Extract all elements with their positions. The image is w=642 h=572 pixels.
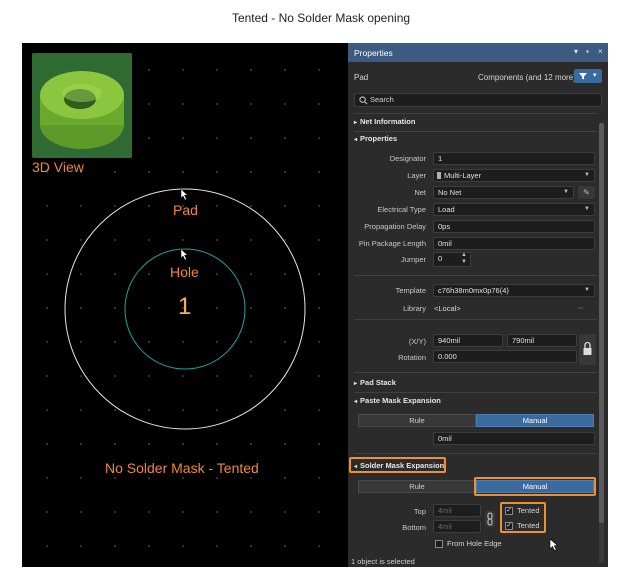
library-label: Library: [403, 304, 426, 313]
tented-bottom-label: Tented: [517, 521, 540, 530]
net-select[interactable]: No Net ▼: [433, 186, 574, 199]
section-net-information[interactable]: ▸ Net Information: [354, 117, 415, 126]
separator: [354, 453, 597, 454]
from-hole-edge-label: From Hole Edge: [447, 539, 502, 548]
filter-dropdown-icon[interactable]: ▾: [593, 71, 597, 79]
search-placeholder: Search: [370, 95, 394, 104]
layer-select[interactable]: Multi-Layer ▼: [433, 169, 595, 182]
top-label: Top: [413, 507, 426, 516]
xy-label: (X/Y): [408, 337, 426, 346]
hole-label: Hole: [170, 264, 199, 280]
properties-panel: Properties ▾ ▪ × Pad Components (and 12 …: [348, 43, 608, 567]
template-select[interactable]: c76h38m0mx0p76(4) ▼: [433, 284, 595, 297]
float-icon[interactable]: ▪: [586, 47, 589, 56]
lock-button[interactable]: [579, 334, 596, 365]
panel-scrollbar-thumb[interactable]: [599, 123, 604, 523]
figure-title: Tented - No Solder Mask opening: [231, 11, 411, 25]
filter-icon: [579, 73, 587, 80]
lock-icon: [583, 341, 592, 355]
search-input[interactable]: Search: [354, 93, 602, 107]
separator: [354, 372, 597, 373]
rotation-field[interactable]: 0.000: [433, 350, 577, 363]
electrical-type-label: Electrical Type: [377, 205, 426, 214]
section-pad-stack[interactable]: ▸ Pad Stack: [354, 378, 396, 387]
filter-button[interactable]: ▾: [574, 69, 602, 83]
jumper-label: Jumper: [400, 255, 426, 264]
chain-link-icon: [487, 512, 493, 526]
template-label: Template: [395, 286, 426, 295]
tented-top-label: Tented: [517, 506, 540, 515]
object-type: Pad: [354, 73, 369, 82]
layer-color-swatch: [437, 172, 441, 179]
chevron-down-icon: ▼: [584, 287, 590, 293]
pad-designator-text: 1: [178, 293, 192, 320]
separator: [354, 275, 597, 276]
pencil-icon: ✎: [583, 188, 590, 197]
pin-icon[interactable]: ▾: [574, 47, 578, 56]
solder-mask-bottom-field[interactable]: 4mil: [433, 520, 481, 533]
tented-bottom-checkbox[interactable]: ✓: [505, 522, 513, 530]
x-field[interactable]: 940mil: [433, 334, 503, 347]
layer-label: Layer: [407, 171, 426, 180]
stepper-arrows-icon: ▲ ▼: [461, 252, 467, 265]
status-text: 1 object is selected: [351, 557, 415, 566]
manual-button-highlight: [474, 477, 596, 496]
solder-mask-section-highlight: [349, 457, 446, 473]
link-top-bottom-button[interactable]: [485, 511, 495, 527]
chevron-down-icon: ▼: [584, 172, 590, 178]
paste-mask-manual-button[interactable]: Manual: [476, 414, 594, 427]
separator: [354, 113, 597, 114]
mouse-cursor-icon: [549, 538, 559, 551]
chevron-down-icon: ▼: [584, 206, 590, 212]
close-icon[interactable]: ×: [598, 47, 603, 56]
electrical-type-select[interactable]: Load ▼: [433, 203, 595, 216]
panel-title: Properties: [354, 48, 393, 58]
library-value: <Local>: [434, 304, 461, 313]
section-properties[interactable]: ◂ Properties: [354, 134, 397, 143]
bottom-label: Bottom: [402, 523, 426, 532]
rotation-label: Rotation: [398, 353, 426, 362]
net-label: Net: [414, 188, 426, 197]
jumper-stepper[interactable]: 0 ▲ ▼: [433, 252, 471, 267]
pcb-view[interactable]: 3D View Pad Hole 1 No Solder Mask - Tent…: [22, 43, 348, 567]
separator: [354, 319, 597, 320]
tented-top-checkbox[interactable]: ✓: [505, 507, 513, 515]
y-field[interactable]: 790mil: [507, 334, 577, 347]
selection-filter-text[interactable]: Components (and 12 more): [478, 73, 576, 82]
pin-package-length-label: Pin Package Length: [358, 239, 426, 248]
search-icon: [359, 96, 368, 105]
designator-label: Designator: [389, 154, 426, 163]
section-paste-mask-expansion[interactable]: ◂ Paste Mask Expansion: [354, 396, 441, 405]
net-pick-button[interactable]: ✎: [578, 186, 595, 199]
separator: [354, 392, 597, 393]
propagation-delay-label: Propagation Delay: [364, 222, 426, 231]
propagation-delay-field[interactable]: 0ps: [433, 220, 595, 233]
separator: [354, 131, 597, 132]
chevron-down-icon: ▼: [563, 189, 569, 195]
designator-field[interactable]: 1: [433, 152, 595, 165]
paste-mask-value-field[interactable]: 0mil: [433, 432, 595, 445]
pad-label: Pad: [173, 202, 198, 218]
caption-label: No Solder Mask - Tented: [105, 460, 259, 476]
panel-header: Properties ▾ ▪ ×: [348, 43, 608, 62]
link-icon[interactable]: ⇔: [576, 302, 585, 312]
from-hole-edge-checkbox[interactable]: [435, 540, 443, 548]
solder-mask-top-field[interactable]: 4mil: [433, 504, 481, 517]
pin-package-length-field[interactable]: 0mil: [433, 237, 595, 250]
solder-mask-rule-button[interactable]: Rule: [358, 480, 476, 493]
paste-mask-rule-button[interactable]: Rule: [358, 414, 476, 427]
